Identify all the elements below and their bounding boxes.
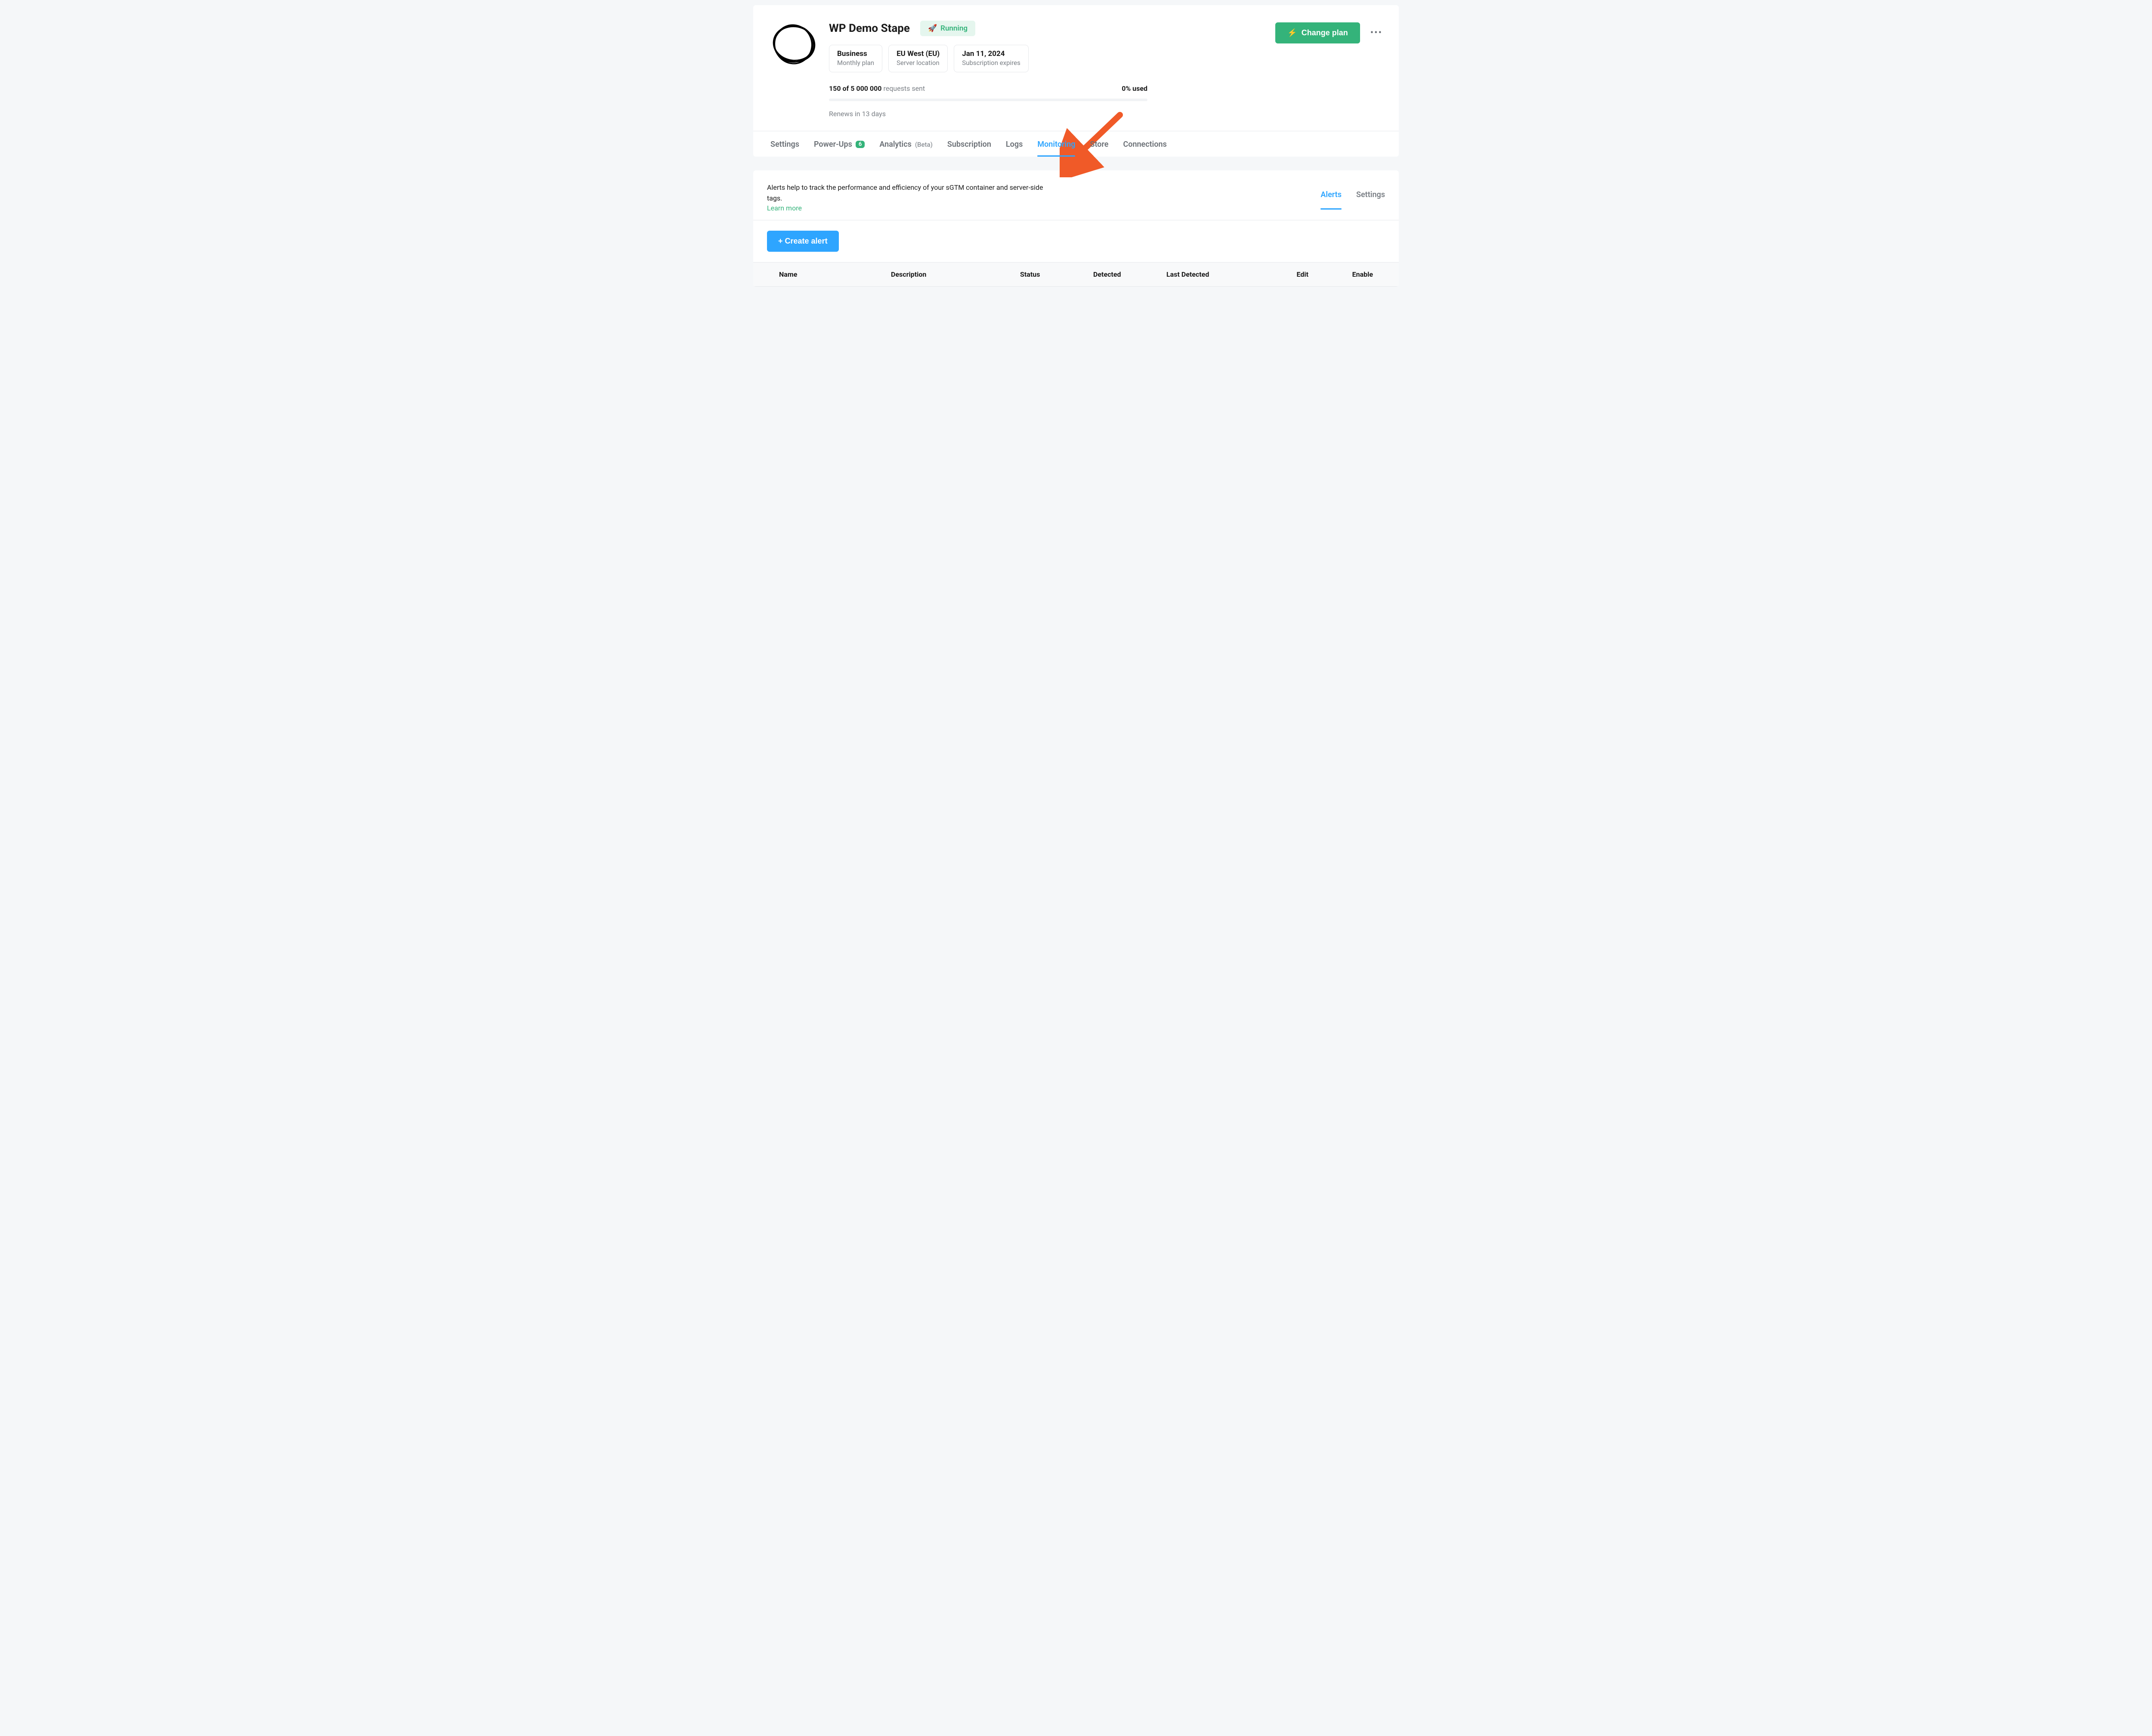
expiry-value: Jan 11, 2024 <box>962 49 1020 58</box>
col-name: Name <box>779 270 874 278</box>
usage-percent: 0% used <box>1122 84 1147 93</box>
usage-renew: Renews in 13 days <box>829 110 1147 118</box>
col-detected: Detected <box>1093 270 1149 278</box>
expiry-card: Jan 11, 2024 Subscription expires <box>954 45 1029 72</box>
subtab-alerts[interactable]: Alerts <box>1320 190 1342 209</box>
page-title: WP Demo Stape <box>829 22 910 35</box>
col-description: Description <box>891 270 1003 278</box>
tab-label: Store <box>1090 140 1108 149</box>
tab-power-ups[interactable]: Power-Ups 6 <box>814 131 865 157</box>
col-status: Status <box>1020 270 1076 278</box>
tab-label: Power-Ups <box>814 140 852 149</box>
tab-store[interactable]: Store <box>1090 131 1108 157</box>
tab-label: Monitoring <box>1037 140 1075 149</box>
status-badge: 🚀 Running <box>920 21 975 36</box>
create-alert-button[interactable]: + Create alert <box>767 231 839 252</box>
beta-label: (Beta) <box>915 141 933 148</box>
tab-settings[interactable]: Settings <box>770 131 799 157</box>
usage-progress-bar <box>829 99 1147 101</box>
monitoring-panel: Alerts help to track the performance and… <box>753 170 1399 287</box>
learn-more-link[interactable]: Learn more <box>767 204 802 212</box>
tab-label: Analytics <box>879 140 912 149</box>
change-plan-label: Change plan <box>1302 28 1348 37</box>
usage-count: 150 of 5 000 000 <box>829 84 881 93</box>
tab-analytics[interactable]: Analytics (Beta) <box>879 131 933 157</box>
location-card: EU West (EU) Server location <box>888 45 948 72</box>
monitoring-subtabs: Alerts Settings <box>1320 190 1385 209</box>
alerts-table-header: Name Description Status Detected Last De… <box>753 262 1399 287</box>
col-edit: Edit <box>1261 270 1308 278</box>
plan-card: Business Monthly plan <box>829 45 882 72</box>
more-menu-button[interactable]: ••• <box>1368 25 1385 41</box>
tab-monitoring[interactable]: Monitoring <box>1037 131 1075 157</box>
expiry-label: Subscription expires <box>962 59 1020 67</box>
bolt-icon: ⚡ <box>1287 28 1297 37</box>
rocket-icon: 🚀 <box>928 24 937 33</box>
tab-connections[interactable]: Connections <box>1123 131 1166 157</box>
tab-logs[interactable]: Logs <box>1006 131 1023 157</box>
tab-label: Subscription <box>947 140 991 149</box>
container-header: WP Demo Stape 🚀 Running Business Monthly… <box>753 5 1399 131</box>
tab-label: Connections <box>1123 140 1166 149</box>
plan-label: Monthly plan <box>837 59 874 67</box>
col-last-detected: Last Detected <box>1166 270 1244 278</box>
col-enable: Enable <box>1326 270 1373 278</box>
monitoring-intro: Alerts help to track the performance and… <box>767 182 1060 204</box>
container-logo <box>770 21 817 67</box>
subtab-settings[interactable]: Settings <box>1356 190 1385 209</box>
usage-block: 150 of 5 000 000 requests sent 0% used R… <box>829 84 1147 118</box>
location-label: Server location <box>897 59 940 67</box>
plan-value: Business <box>837 49 874 58</box>
tab-label: Logs <box>1006 140 1023 149</box>
main-tabs: Settings Power-Ups 6 Analytics (Beta) Su… <box>753 131 1399 157</box>
location-value: EU West (EU) <box>897 49 940 58</box>
usage-count-label-text: requests sent <box>883 84 925 93</box>
tab-subscription[interactable]: Subscription <box>947 131 991 157</box>
tab-label: Settings <box>770 140 799 149</box>
power-ups-count-badge: 6 <box>856 141 865 148</box>
change-plan-button[interactable]: ⚡ Change plan <box>1275 22 1360 43</box>
status-label: Running <box>940 24 968 33</box>
